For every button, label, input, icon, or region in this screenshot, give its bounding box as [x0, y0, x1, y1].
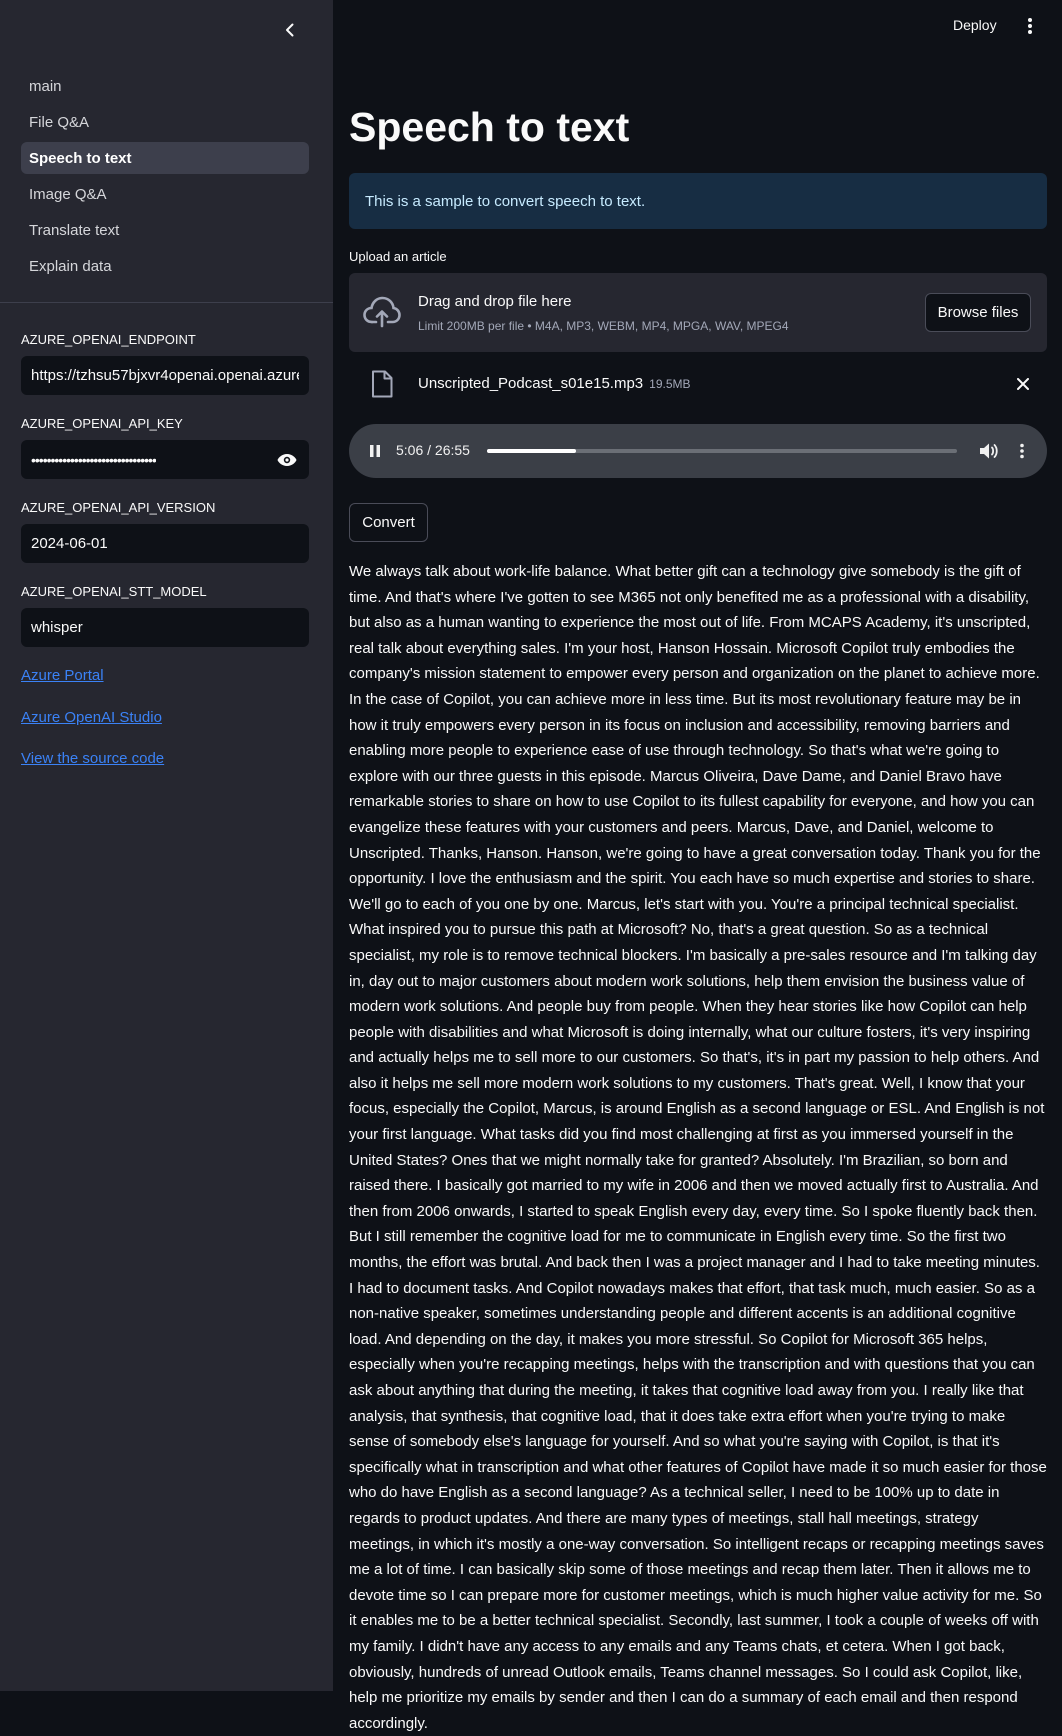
- playback-time: 5:06 / 26:55: [396, 442, 470, 458]
- info-text: This is a sample to convert speech to te…: [365, 192, 646, 210]
- sidebar-divider: [0, 302, 333, 303]
- sidebar-item-translate-text[interactable]: Translate text: [21, 214, 309, 246]
- playback-progress-fill: [487, 449, 577, 453]
- sidebar-nav: main File Q&A Speech to text Image Q&A T…: [21, 70, 309, 286]
- playback-progress-bar[interactable]: [487, 449, 957, 453]
- api-key-value: ••••••••••••••••••••••••••••••••: [31, 451, 156, 468]
- volume-icon[interactable]: [977, 440, 999, 462]
- sidebar-item-image-qa[interactable]: Image Q&A: [21, 178, 309, 210]
- endpoint-label: AZURE_OPENAI_ENDPOINT: [21, 332, 196, 347]
- file-size: 19.5MB: [649, 377, 691, 391]
- player-options-button[interactable]: [1015, 440, 1029, 462]
- deploy-button[interactable]: Deploy: [953, 17, 997, 33]
- file-dropzone[interactable]: Drag and drop file here Limit 200MB per …: [349, 273, 1047, 352]
- browse-files-button[interactable]: Browse files: [925, 293, 1031, 332]
- show-password-button[interactable]: [275, 448, 299, 472]
- file-name-text: Unscripted_Podcast_s01e15.mp3: [418, 375, 644, 392]
- transcript-text: We always talk about work-life balance. …: [349, 563, 1047, 1732]
- uploaded-file-row: Unscripted_Podcast_s01e15.mp3 19.5MB: [349, 368, 1047, 400]
- view-source-code-link[interactable]: View the source code: [21, 750, 164, 767]
- endpoint-input[interactable]: https://tzhsu57bjxvr4openai.openai.azure…: [21, 356, 309, 395]
- dropzone-limit: Limit 200MB per file • M4A, MP3, WEBM, M…: [418, 319, 789, 333]
- api-version-label: AZURE_OPENAI_API_VERSION: [21, 500, 216, 515]
- endpoint-value: https://tzhsu57bjxvr4openai.openai.azure…: [31, 367, 299, 384]
- info-alert: This is a sample to convert speech to te…: [349, 173, 1047, 229]
- sidebar-item-file-qa[interactable]: File Q&A: [21, 106, 309, 138]
- remove-file-button[interactable]: [1013, 374, 1033, 394]
- more-vertical-icon: [1028, 18, 1032, 34]
- collapse-sidebar-button[interactable]: [276, 16, 304, 44]
- azure-openai-studio-link[interactable]: Azure OpenAI Studio: [21, 709, 162, 726]
- sidebar-item-main[interactable]: main: [21, 70, 309, 102]
- dropzone-title: Drag and drop file here: [418, 293, 572, 310]
- cloud-upload-icon: [363, 296, 401, 328]
- api-version-value: 2024-06-01: [31, 535, 108, 552]
- api-key-label: AZURE_OPENAI_API_KEY: [21, 416, 183, 431]
- close-icon: [1017, 378, 1029, 390]
- page-title: Speech to text: [349, 104, 630, 150]
- sidebar: main File Q&A Speech to text Image Q&A T…: [0, 0, 333, 1691]
- api-version-input[interactable]: 2024-06-01: [21, 524, 309, 563]
- file-name: Unscripted_Podcast_s01e15.mp3 19.5MB: [418, 375, 691, 392]
- convert-button[interactable]: Convert: [349, 503, 428, 542]
- stt-model-label: AZURE_OPENAI_STT_MODEL: [21, 584, 207, 599]
- more-vertical-icon: [1020, 443, 1024, 459]
- sidebar-item-explain-data[interactable]: Explain data: [21, 250, 309, 282]
- api-key-input[interactable]: ••••••••••••••••••••••••••••••••: [21, 440, 309, 479]
- sidebar-item-speech-to-text[interactable]: Speech to text: [21, 142, 309, 174]
- main-menu-button[interactable]: [1020, 14, 1040, 38]
- eye-icon: [277, 454, 297, 466]
- azure-portal-link[interactable]: Azure Portal: [21, 667, 104, 684]
- upload-label: Upload an article: [349, 249, 447, 264]
- pause-button[interactable]: [365, 441, 385, 461]
- file-icon: [372, 370, 393, 398]
- stt-model-input[interactable]: whisper: [21, 608, 309, 647]
- chevron-left-icon: [286, 23, 294, 37]
- pause-icon: [370, 445, 380, 457]
- audio-player: 5:06 / 26:55: [349, 424, 1047, 478]
- stt-model-value: whisper: [31, 619, 83, 636]
